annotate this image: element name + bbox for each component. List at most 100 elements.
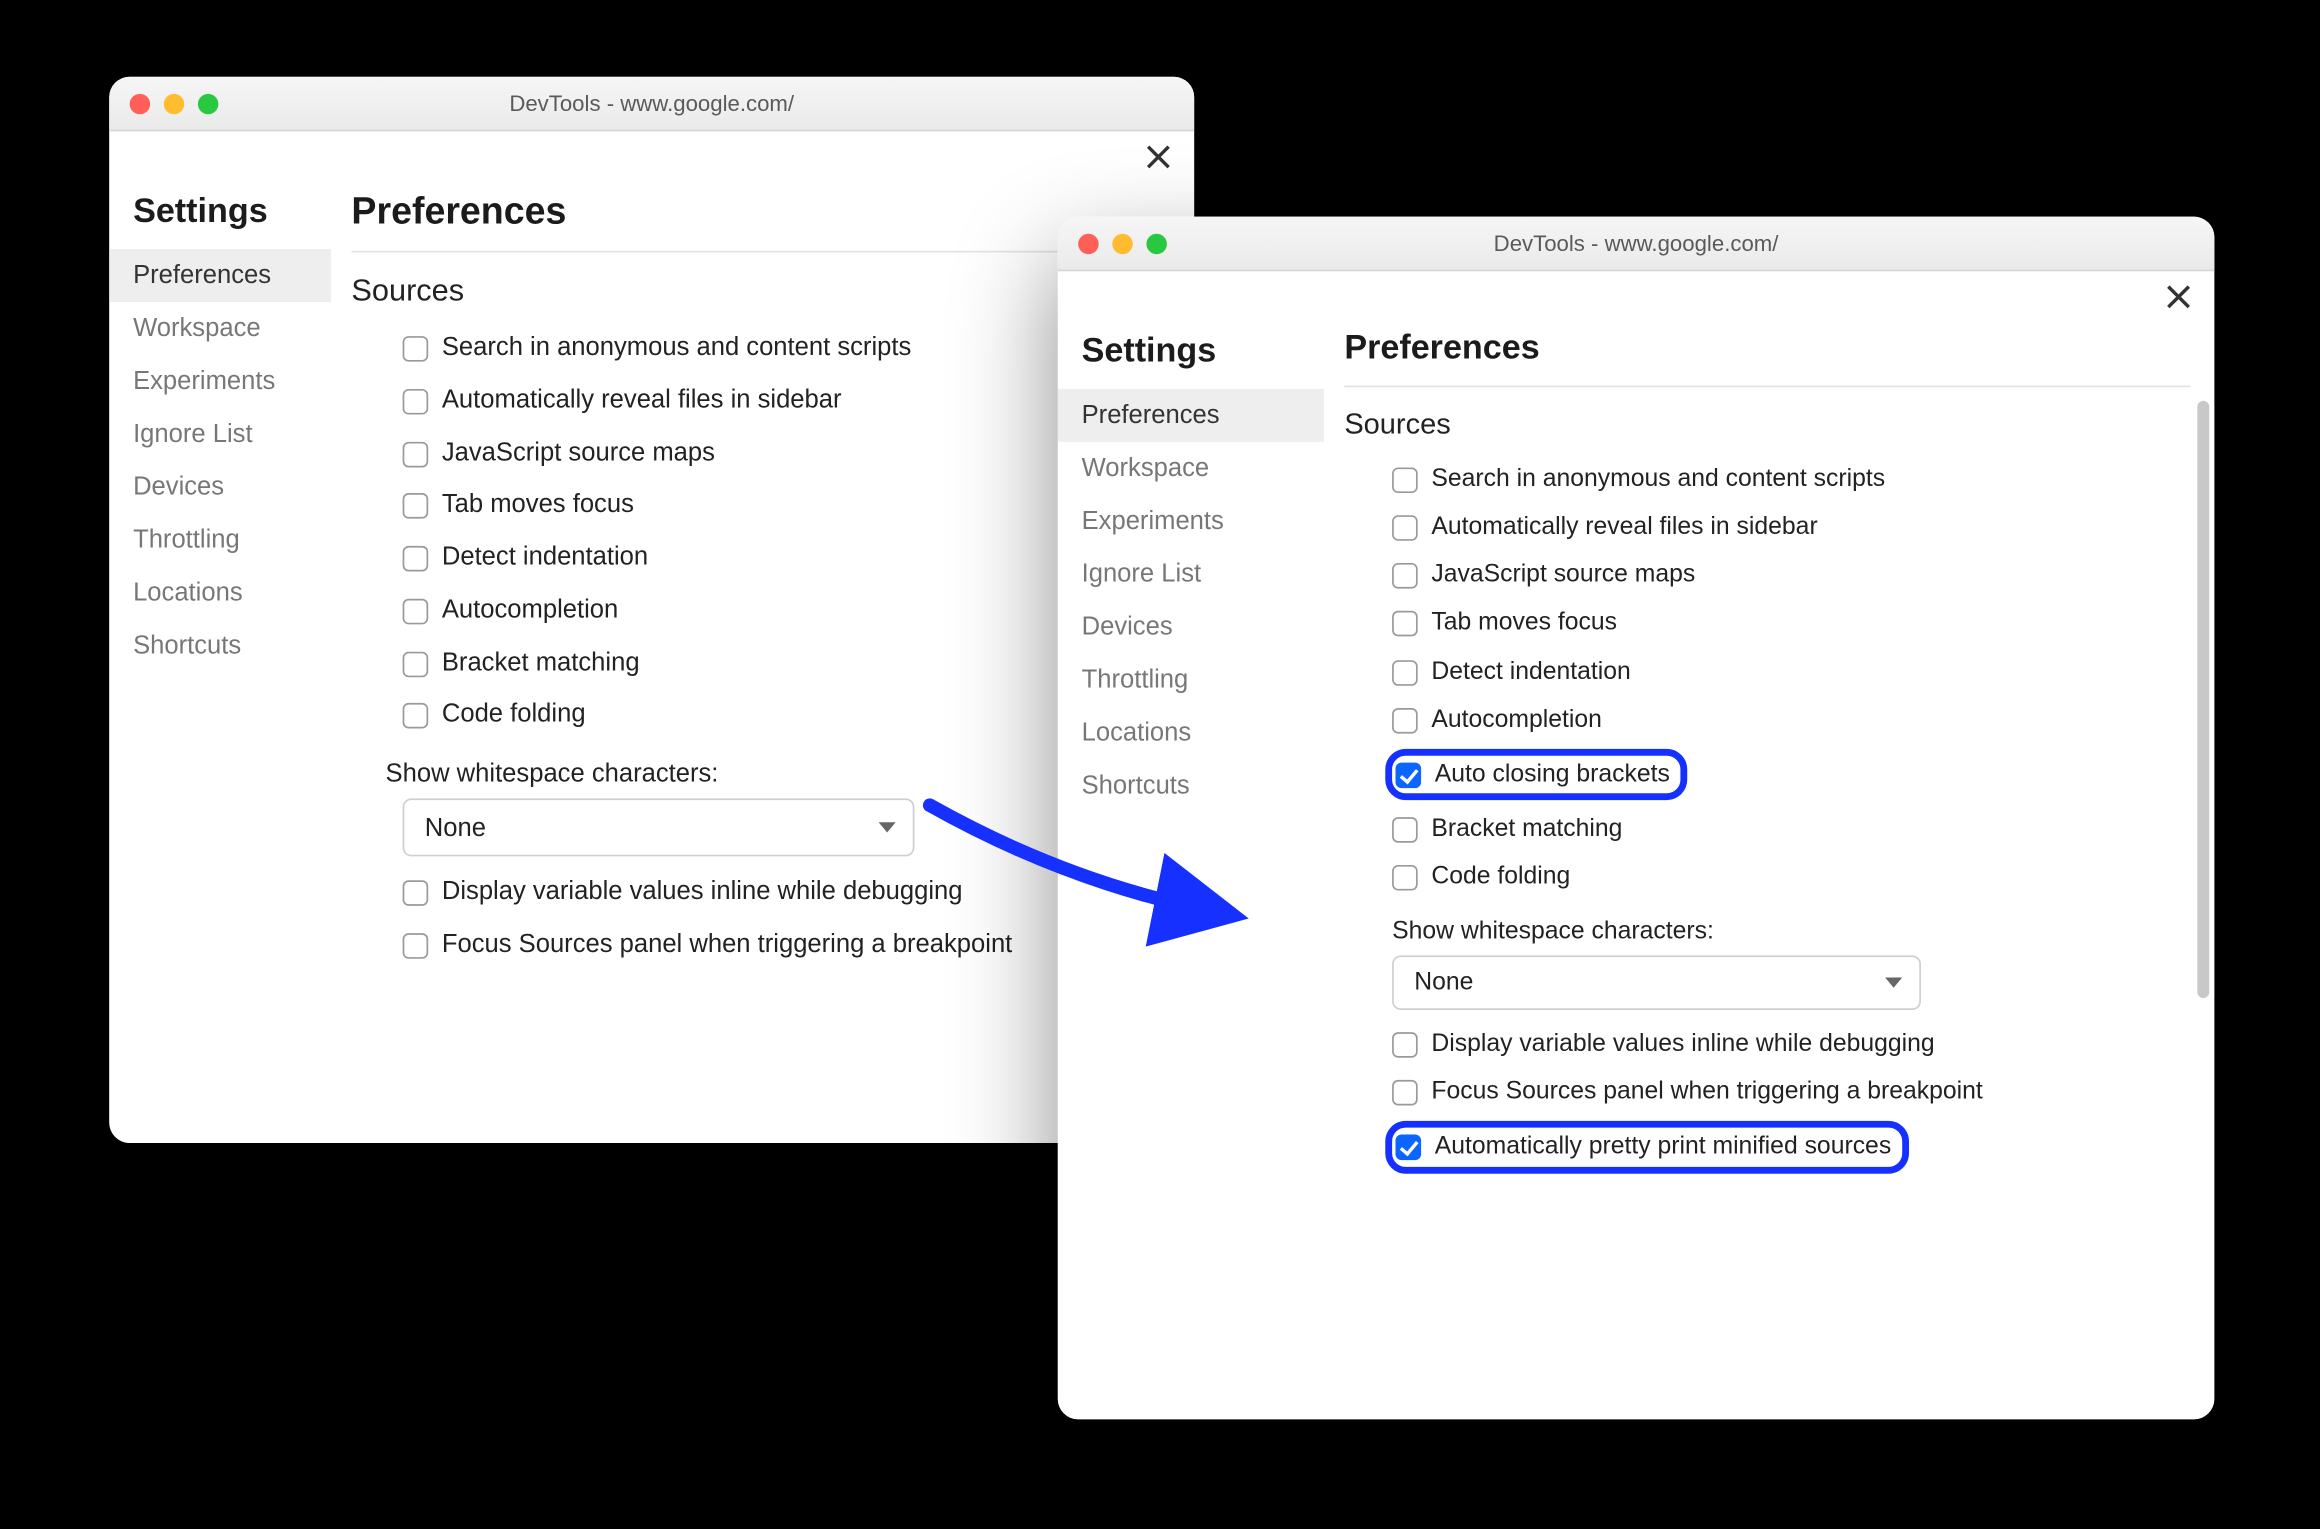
option-label: Search in anonymous and content scripts [1431,464,2200,495]
nav-throttling[interactable]: Throttling [109,514,331,567]
option-row[interactable]: Focus Sources panel when triggering a br… [351,919,1180,971]
titlebar[interactable]: DevTools - www.google.com/ [1058,217,2215,272]
option-label: Tab moves focus [1431,608,2200,639]
option-label: Bracket matching [1431,814,2200,845]
select-value: None [425,813,486,842]
option-row[interactable]: Detect indentation [1344,647,2200,695]
nav-experiments[interactable]: Experiments [1058,495,1324,548]
window-title: DevTools - www.google.com/ [1058,230,2215,256]
close-window-button[interactable] [130,93,150,113]
panel-title: Preferences [1344,329,2190,387]
panel-title: Preferences [351,189,1170,252]
option-row[interactable]: Code folding [351,690,1180,742]
titlebar[interactable]: DevTools - www.google.com/ [109,77,1194,132]
close-window-button[interactable] [1078,233,1098,253]
settings-sidebar: Settings Preferences Workspace Experimen… [109,183,331,1143]
nav-preferences[interactable]: Preferences [1058,389,1324,442]
checkbox[interactable] [403,389,429,415]
checkbox[interactable] [1392,563,1418,589]
nav-experiments[interactable]: Experiments [109,355,331,408]
zoom-window-button[interactable] [198,93,218,113]
whitespace-label: Show whitespace characters: [1344,901,2200,956]
option-label: Detect indentation [1431,656,2200,687]
nav-shortcuts[interactable]: Shortcuts [1058,759,1324,812]
whitespace-label: Show whitespace characters: [351,742,1180,798]
highlighted-option-auto-closing-brackets[interactable]: Auto closing brackets [1385,749,1687,800]
nav-devices[interactable]: Devices [109,461,331,514]
checkbox[interactable] [403,493,429,519]
nav-shortcuts[interactable]: Shortcuts [109,619,331,672]
nav-locations[interactable]: Locations [109,566,331,619]
nav-ignore-list[interactable]: Ignore List [1058,548,1324,601]
checkbox[interactable] [403,651,429,677]
option-row[interactable]: JavaScript source maps [351,427,1180,479]
option-row[interactable]: Tab moves focus [1344,599,2200,647]
option-row[interactable]: Search in anonymous and content scripts [351,322,1180,374]
checkbox[interactable] [403,441,429,467]
nav-devices[interactable]: Devices [1058,601,1324,654]
option-row[interactable]: Autocompletion [351,585,1180,637]
settings-sidebar: Settings Preferences Workspace Experimen… [1058,322,1324,1419]
checkbox[interactable] [403,880,429,906]
preferences-panel: Preferences Sources Search in anonymous … [1324,322,2215,1419]
checkbox[interactable] [403,546,429,572]
checkbox[interactable] [1392,1080,1418,1106]
sidebar-title: Settings [1058,326,1324,389]
section-sources: Sources [1344,408,2200,442]
nav-ignore-list[interactable]: Ignore List [109,408,331,461]
close-icon[interactable] [1143,142,1174,173]
traffic-lights [1058,233,1167,253]
option-row[interactable]: Bracket matching [1344,805,2200,853]
option-row[interactable]: Automatically reveal files in sidebar [1344,503,2200,551]
chevron-down-icon [879,822,896,832]
checkbox[interactable] [403,336,429,362]
option-label: Auto closing brackets [1435,759,1670,790]
devtools-window-before: DevTools - www.google.com/ Settings Pref… [109,77,1194,1143]
option-label: JavaScript source maps [1431,560,2200,591]
option-row[interactable]: Detect indentation [351,532,1180,584]
option-label: Code folding [1431,862,2200,893]
nav-workspace[interactable]: Workspace [1058,442,1324,495]
close-icon[interactable] [2163,281,2194,312]
whitespace-select[interactable]: None [1392,956,1921,1011]
option-row[interactable]: Focus Sources panel when triggering a br… [1344,1068,2200,1116]
option-row[interactable]: Display variable values inline while deb… [351,867,1180,919]
highlighted-option-pretty-print[interactable]: Automatically pretty print minified sour… [1385,1121,1908,1172]
checkbox[interactable] [1392,707,1418,733]
checkbox[interactable] [1396,1135,1422,1161]
option-row[interactable]: JavaScript source maps [1344,551,2200,599]
checkbox[interactable] [1392,467,1418,493]
nav-locations[interactable]: Locations [1058,706,1324,759]
option-row[interactable]: Tab moves focus [351,480,1180,532]
option-row[interactable]: Automatically reveal files in sidebar [351,375,1180,427]
zoom-window-button[interactable] [1146,233,1166,253]
checkbox[interactable] [1392,659,1418,685]
checkbox[interactable] [1392,515,1418,541]
nav-workspace[interactable]: Workspace [109,302,331,355]
nav-throttling[interactable]: Throttling [1058,653,1324,706]
option-row[interactable]: Autocompletion [1344,695,2200,743]
select-value: None [1414,969,1473,996]
checkbox[interactable] [1392,611,1418,637]
minimize-window-button[interactable] [164,93,184,113]
option-label: Autocompletion [1431,704,2200,735]
chevron-down-icon [1885,978,1902,988]
whitespace-select[interactable]: None [403,798,915,856]
option-row[interactable]: Code folding [1344,853,2200,901]
nav-preferences[interactable]: Preferences [109,249,331,302]
checkbox[interactable] [403,933,429,959]
minimize-window-button[interactable] [1112,233,1132,253]
checkbox[interactable] [1392,1032,1418,1058]
option-row[interactable]: Bracket matching [351,637,1180,689]
option-row[interactable]: Display variable values inline while deb… [1344,1020,2200,1068]
checkbox[interactable] [403,598,429,624]
checkbox[interactable] [1396,762,1422,788]
option-label: Focus Sources panel when triggering a br… [1431,1077,2200,1108]
option-label: Automatically reveal files in sidebar [1431,512,2200,543]
checkbox[interactable] [403,703,429,729]
checkbox[interactable] [1392,817,1418,843]
checkbox[interactable] [1392,865,1418,891]
option-row[interactable]: Search in anonymous and content scripts [1344,456,2200,504]
scrollbar[interactable] [2197,401,2209,998]
sidebar-title: Settings [109,186,331,249]
